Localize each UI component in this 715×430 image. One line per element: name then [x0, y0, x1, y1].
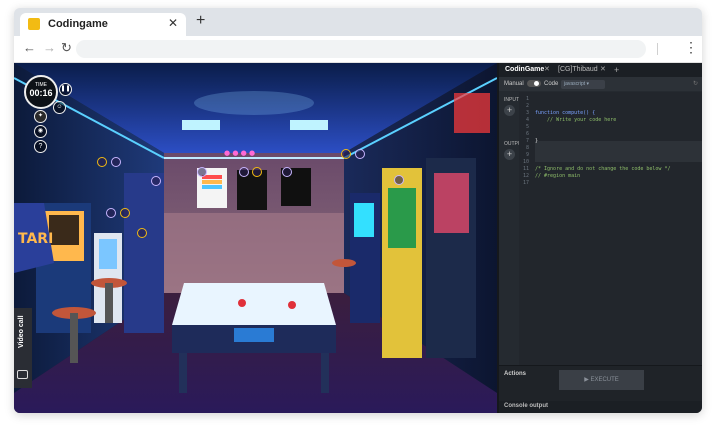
hotspot-marker[interactable]	[106, 208, 116, 218]
code-label: Code	[544, 81, 559, 87]
hotspot-marker[interactable]	[341, 149, 351, 159]
help-icon[interactable]: ?	[34, 140, 47, 153]
hotspot-marker[interactable]	[120, 208, 130, 218]
input-label: INPUT	[504, 97, 519, 103]
hotspot-marker[interactable]	[137, 228, 147, 238]
refresh-icon[interactable]: ↻	[693, 77, 698, 91]
reload-icon[interactable]: ↻	[61, 40, 72, 56]
browser-tab-bar: Codingame ✕ +	[14, 8, 702, 36]
code-line: 2	[525, 103, 529, 109]
code-line: 8	[525, 145, 529, 151]
actions-title: Actions	[504, 371, 527, 377]
browser-tab[interactable]: Codingame ✕	[20, 13, 186, 36]
code-line: 17	[522, 180, 529, 186]
team-icon[interactable]: ☺	[53, 101, 66, 114]
code-line: 7}	[525, 138, 539, 144]
hotspot-marker[interactable]	[355, 149, 365, 159]
close-ide-tab-icon[interactable]: ✕	[544, 63, 550, 77]
timer-value: 00:16	[29, 88, 53, 98]
arcade-room-image: ● ● ● ● TARI	[14, 63, 497, 413]
ide-tab-bar: CodinGame ✕ [CG]Thibaud ✕ +	[499, 63, 702, 78]
language-select[interactable]: javascript ▾	[561, 80, 605, 89]
hotspot-marker[interactable]	[197, 167, 207, 177]
pause-icon[interactable]: ❚❚	[59, 83, 72, 96]
hotspot-marker[interactable]	[97, 157, 107, 167]
code-line: 5	[525, 124, 529, 130]
close-ide-tab-icon[interactable]: ✕	[600, 63, 606, 77]
ide-tab-codingame[interactable]: CodinGame	[505, 63, 545, 78]
actions-panel: Actions ▶ EXECUTE	[499, 365, 702, 402]
current-line-highlight	[535, 141, 702, 162]
arcade-room-scene[interactable]: ● ● ● ● TARI TIME 00:16 ❚❚ ☺ ✦ ◉ ? Video…	[14, 63, 497, 413]
forward-icon[interactable]: →	[43, 40, 56, 55]
add-input-button[interactable]: +	[504, 105, 515, 116]
language-value: javascript	[564, 81, 586, 87]
hotspot-marker[interactable]	[151, 176, 161, 186]
svg-text:● ● ● ●: ● ● ● ●	[224, 149, 255, 157]
code-line: 11/* Ignore and do not change the code b…	[522, 166, 671, 172]
hotspot-marker[interactable]	[239, 167, 249, 177]
hotspot-marker[interactable]	[394, 175, 404, 185]
console-output-bar[interactable]: Console output	[499, 401, 702, 413]
menu-icon[interactable]: ⋮	[684, 39, 698, 56]
sound-icon[interactable]: ◉	[34, 125, 47, 138]
add-ide-tab-icon[interactable]: +	[614, 63, 619, 77]
browser-window: Codingame ✕ + ← → ↻ ⋮ ● ● ● ● TARI TIME …	[14, 8, 702, 413]
code-panel: CodinGame ✕ [CG]Thibaud ✕ + Manual Code …	[499, 63, 702, 413]
back-icon[interactable]: ←	[23, 40, 36, 55]
close-tab-icon[interactable]: ✕	[168, 16, 178, 30]
hotspot-marker[interactable]	[252, 167, 262, 177]
hotspot-marker[interactable]	[111, 157, 121, 167]
video-call-tab[interactable]: Video call	[14, 308, 32, 388]
code-editor[interactable]: 1 2 3 function compute() { 4 // Write you…	[519, 92, 702, 372]
code-line: 3 function compute() {	[525, 110, 596, 116]
video-camera-icon	[17, 370, 28, 379]
editor-options-bar: Manual Code javascript ▾ ↻	[499, 77, 702, 91]
page-content: ● ● ● ● TARI TIME 00:16 ❚❚ ☺ ✦ ◉ ? Video…	[14, 63, 702, 413]
address-bar[interactable]	[76, 40, 646, 58]
console-output-title: Console output	[504, 403, 548, 409]
manual-code-toggle[interactable]	[527, 80, 541, 87]
new-tab-button[interactable]: +	[196, 12, 205, 30]
hint-bulb-icon[interactable]: ✦	[34, 110, 47, 123]
hotspot-marker[interactable]	[282, 167, 292, 177]
code-line: 12// #region main	[522, 173, 581, 179]
code-line: 9	[525, 152, 529, 158]
code-line: 4 // Write your code here	[525, 117, 617, 123]
manual-label: Manual	[504, 81, 524, 87]
ide-tab-thibaud[interactable]: [CG]Thibaud	[558, 63, 598, 77]
add-output-button[interactable]: +	[504, 149, 515, 160]
tab-title: Codingame	[48, 18, 108, 30]
execute-button[interactable]: ▶ EXECUTE	[559, 370, 644, 390]
video-call-label: Video call	[18, 315, 25, 348]
svg-text:TARI: TARI	[18, 231, 53, 247]
code-line: 1	[525, 96, 529, 102]
code-line: 6	[525, 131, 529, 137]
browser-toolbar: ← → ↻ ⋮	[14, 36, 702, 63]
code-line: 10	[522, 159, 529, 165]
codingame-logo-icon	[28, 18, 40, 30]
toolbar-divider	[657, 43, 658, 55]
